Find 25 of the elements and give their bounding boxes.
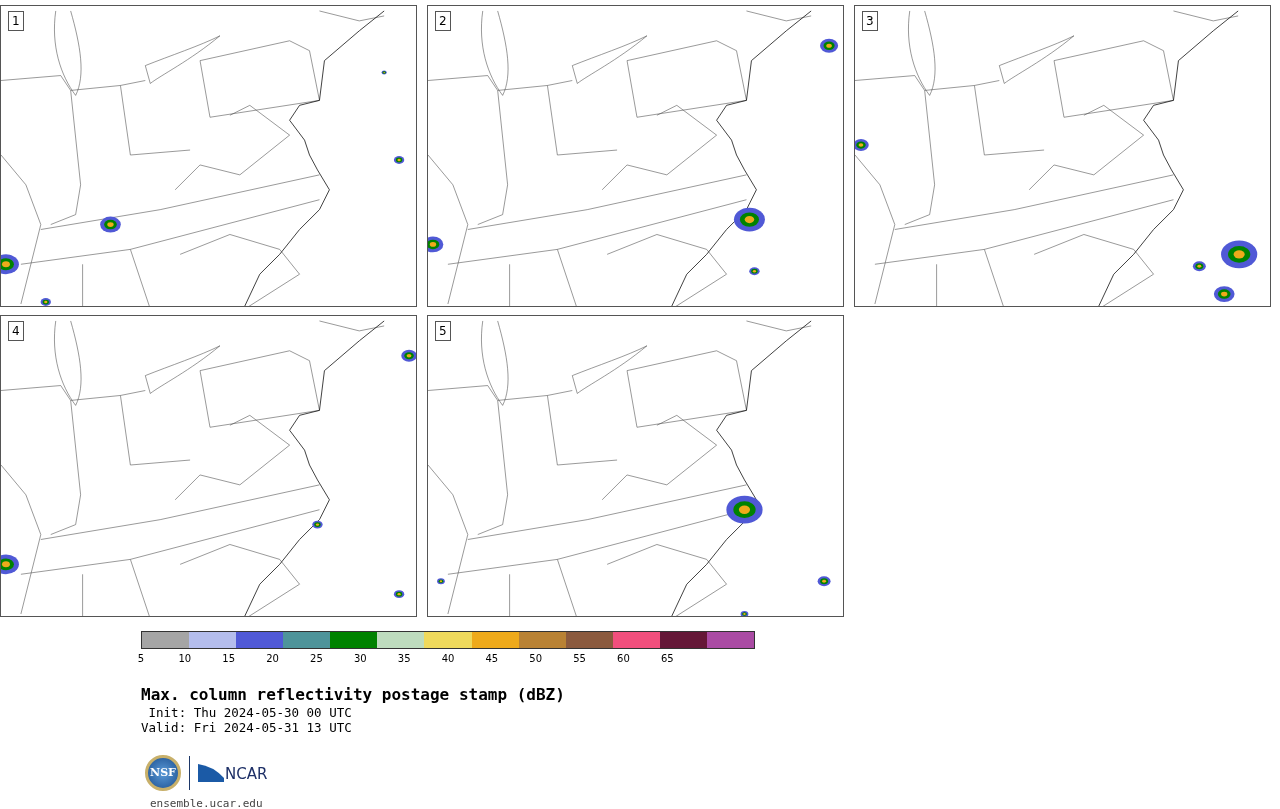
panel-number: 4 [8, 321, 24, 341]
init-time: Init: Thu 2024-05-30 00 UTC [147, 705, 352, 720]
ncar-logo: NCAR [198, 764, 268, 782]
tick-label: 65 [660, 653, 674, 665]
valid-time: Valid: Fri 2024-05-31 13 UTC [141, 720, 352, 735]
tick-label: 10 [178, 653, 192, 665]
site-url: ensemble.ucar.edu [150, 797, 264, 809]
tick-label: 45 [485, 653, 499, 665]
tick-label: 35 [397, 653, 411, 665]
panel-number: 2 [435, 11, 451, 31]
ncar-mark-icon [198, 764, 224, 782]
panel-number: 1 [8, 11, 24, 31]
nsf-logo: NSF [145, 755, 181, 791]
tick-label: 20 [266, 653, 279, 665]
tick-label: 15 [222, 653, 236, 665]
tick-label: 60 [617, 653, 630, 665]
chart-title: Max. column reflectivity postage stamp (dBZ) [141, 685, 565, 705]
tick-label: 30 [353, 653, 367, 665]
tick-label: 55 [573, 653, 586, 665]
panel-number: 5 [435, 321, 451, 341]
tick-label: 40 [441, 653, 455, 665]
panel-number: 3 [862, 11, 878, 31]
tick-label: 50 [529, 653, 543, 665]
tick-label: 5 [137, 653, 145, 665]
tick-label: 25 [310, 653, 323, 665]
